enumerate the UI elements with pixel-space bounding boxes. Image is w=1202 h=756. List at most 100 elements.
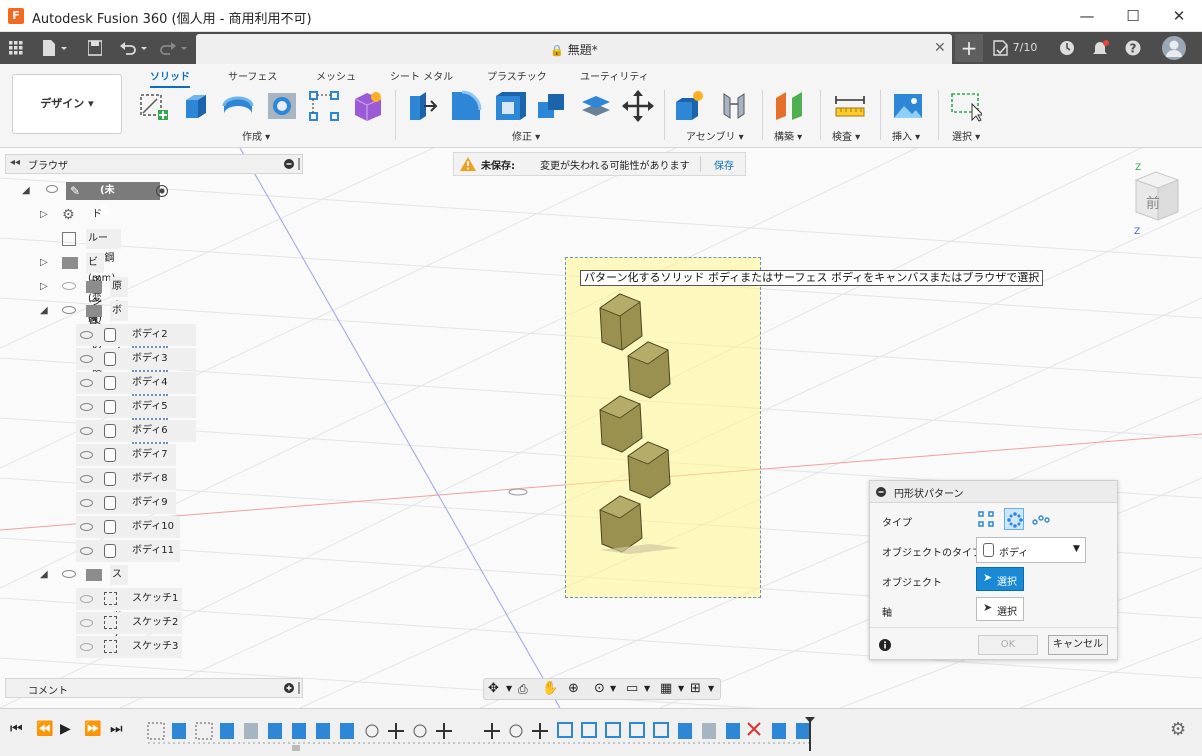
visibility-eye-icon[interactable] [62,570,76,578]
tab-mesh[interactable]: メッシュ [316,68,356,83]
redo-icon[interactable] [160,40,190,56]
chevron-down-icon[interactable]: ▼ [644,684,650,693]
fit-zoom-icon[interactable]: ⊙ [594,681,605,696]
body-item-5[interactable]: ボディ5 [76,396,196,420]
ok-button[interactable]: OK [978,635,1038,655]
hex-body[interactable] [599,293,643,351]
browser-minus-icon[interactable] [284,159,294,169]
body-item-9[interactable]: ボディ9 [76,492,176,514]
collapse-browser-icon[interactable]: ◂◂ [10,157,20,168]
offset-plane-icon[interactable] [774,90,806,122]
pan-hand-icon[interactable]: ✋ [542,681,558,696]
sketch-item-3[interactable]: スケッチ3 [76,636,182,658]
visibility-eye-icon[interactable] [80,355,93,363]
hex-body[interactable] [599,395,643,453]
measure-icon[interactable] [834,90,866,122]
tab-plastic[interactable]: プラスチック [487,68,547,83]
play-icon[interactable]: ▶ [60,721,71,737]
info-icon[interactable] [879,639,891,651]
document-tab[interactable]: 🔒 無題* ✕ [196,34,952,64]
visibility-eye-icon[interactable] [46,185,58,193]
undo-icon[interactable] [120,40,150,56]
view-cube[interactable]: Z 前 Z [1120,158,1190,238]
timeline-settings-gear-icon[interactable]: ⚙ [1170,719,1186,740]
collapse-arrow-icon[interactable]: ◢ [22,180,30,202]
collapse-arrow-icon[interactable]: ◢ [40,564,48,586]
visibility-eye-icon[interactable] [80,379,93,387]
hex-body[interactable] [627,341,671,399]
expand-arrow-icon[interactable]: ▷ [40,204,48,226]
save-icon[interactable] [88,40,102,56]
file-menu-icon[interactable] [42,40,70,56]
step-forward-icon[interactable]: ⏩ [84,721,101,737]
axis-select-button[interactable]: ➤ 選択 [976,597,1024,621]
revolve-icon[interactable] [222,90,254,122]
collapse-arrow-icon[interactable]: ◢ [40,300,48,322]
viewports-icon[interactable]: ⊞ [690,681,701,696]
combine-icon[interactable] [536,90,568,122]
inspect-group-label[interactable]: 検査 ▾ [832,128,860,143]
select-box-icon[interactable] [950,90,982,122]
new-tab-button[interactable]: + [955,34,983,62]
visibility-eye-icon[interactable] [80,451,93,459]
joint-icon[interactable] [718,90,750,122]
hex-body[interactable] [599,495,643,553]
move-copy-icon[interactable] [622,90,654,122]
fillet-icon[interactable] [450,90,482,122]
tab-utility[interactable]: ユーティリティ [580,68,649,83]
close-document-tab-icon[interactable]: ✕ [934,40,946,56]
modify-group-label[interactable]: 修正 ▾ [512,128,540,143]
step-back-icon[interactable]: ⏪ [36,721,53,737]
chevron-down-icon[interactable]: ▼ [678,684,684,693]
job-status-icon[interactable] [993,40,1009,56]
body-item-11[interactable]: ボディ11 [76,540,180,562]
go-to-start-icon[interactable]: ⏮ [10,721,23,737]
object-type-select[interactable]: ボディ ▼ [976,537,1086,563]
rectangular-pattern-icon[interactable] [308,90,340,122]
body-item-3[interactable]: ボディ3 [76,348,196,372]
dialog-header[interactable]: 円形状パターン [870,481,1117,503]
hidden-eye-icon[interactable] [62,282,76,290]
display-settings-icon[interactable]: ▭ [626,681,638,696]
chevron-down-icon[interactable]: ▼ [610,684,616,693]
app-grid-icon[interactable] [9,41,23,55]
body-item-6[interactable]: ボディ6 [76,420,196,444]
create-group-label[interactable]: 作成 ▾ [242,128,270,143]
visibility-eye-icon[interactable] [80,331,93,339]
minimize-button[interactable]: — [1064,0,1110,32]
expand-arrow-icon[interactable]: ▷ [40,252,48,274]
visibility-eye-icon[interactable] [80,475,93,483]
insert-group-label[interactable]: 挿入 ▾ [892,128,920,143]
extrude-icon[interactable] [180,90,212,122]
hidden-eye-icon[interactable] [80,619,93,627]
press-pull-icon[interactable] [406,90,438,122]
hole-icon[interactable] [266,90,298,122]
look-at-icon[interactable]: ⎙ [518,682,528,697]
visibility-eye-icon[interactable] [80,499,93,507]
visibility-eye-icon[interactable] [80,403,93,411]
activate-component-icon[interactable] [156,185,168,197]
object-select-button[interactable]: ➤ 選択 [976,567,1024,591]
tab-sheet-metal[interactable]: シート メタル [390,68,453,83]
sketch-item-2[interactable]: スケッチ2 [76,612,182,634]
clock-icon[interactable] [1059,40,1075,56]
notification-bell-icon[interactable] [1092,39,1110,57]
chevron-down-icon[interactable]: ▼ [708,684,714,693]
workspace-switcher-button[interactable]: デザイン ▾ [12,74,122,134]
close-window-button[interactable]: ✕ [1156,0,1202,32]
insert-image-icon[interactable] [892,90,924,122]
hex-body[interactable] [627,441,671,499]
create-sketch-icon[interactable] [138,90,170,122]
expand-arrow-icon[interactable]: ▷ [40,276,48,298]
construct-group-label[interactable]: 構築 ▾ [774,128,802,143]
cancel-button[interactable]: キャンセル [1048,635,1108,655]
dialog-collapse-icon[interactable] [876,487,886,497]
orbit-icon[interactable]: ✥ [488,681,499,696]
body-item-2[interactable]: ボディ2 [76,324,196,348]
type-rectangular-icon[interactable] [978,511,994,527]
shell-icon[interactable] [494,90,526,122]
zoom-icon[interactable]: ⊕ [568,681,579,696]
body-item-8[interactable]: ボディ8 [76,468,176,490]
maximize-button[interactable]: ☐ [1110,0,1156,32]
type-circular-button[interactable] [1004,508,1024,530]
